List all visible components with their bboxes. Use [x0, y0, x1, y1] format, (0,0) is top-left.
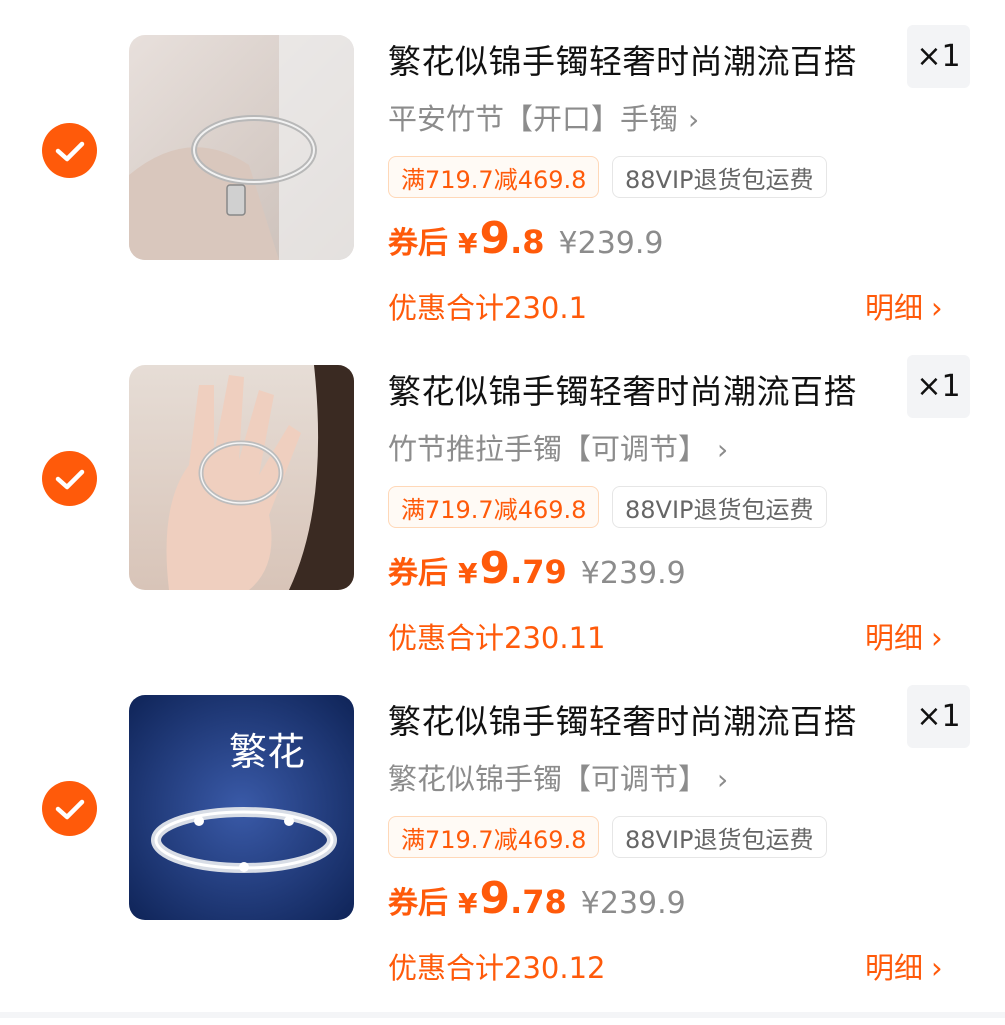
bottom-divider — [0, 1012, 1005, 1018]
detail-link[interactable]: 明细 › — [865, 945, 943, 987]
spec-label: 繁花似锦手镯【可调节】 — [388, 762, 708, 796]
price-decimal: .78 — [510, 883, 567, 921]
currency-symbol: ¥ — [458, 227, 478, 260]
chevron-right-icon: › — [931, 951, 943, 985]
price-row: 券后 ¥ 9 .8 ¥239.9 — [388, 213, 664, 273]
promo-tag: 满719.7减469.8 — [388, 816, 600, 858]
after-coupon-label: 券后 — [388, 556, 448, 591]
detail-link[interactable]: 明细 › — [865, 285, 943, 327]
detail-label: 明细 — [865, 621, 924, 655]
detail-label: 明细 — [865, 951, 924, 985]
cart-item: 繁花 繁花似锦手镯轻奢时尚潮流百搭 ×1 繁花似锦手镯【可调节】 › 满719.7… — [0, 685, 1005, 1025]
price-decimal: .79 — [510, 553, 567, 591]
price-integer: 9 — [479, 543, 511, 594]
product-image[interactable] — [129, 35, 354, 260]
quantity-badge[interactable]: ×1 — [907, 25, 970, 88]
currency-symbol: ¥ — [458, 887, 478, 920]
promo-tag: 满719.7减469.8 — [388, 156, 600, 198]
original-price: ¥239.9 — [580, 556, 686, 591]
detail-label: 明细 — [865, 291, 924, 325]
original-price: ¥239.9 — [558, 226, 664, 261]
discount-total: 优惠合计230.12 — [388, 951, 606, 985]
vip-tag: 88VIP退货包运费 — [612, 156, 827, 198]
discount-total: 优惠合计230.1 — [388, 291, 588, 325]
product-title[interactable]: 繁花似锦手镯轻奢时尚潮流百搭 — [388, 695, 857, 743]
price-decimal: .8 — [510, 223, 545, 261]
checked-icon[interactable] — [42, 123, 97, 178]
price-integer: 9 — [479, 213, 511, 264]
chevron-right-icon: › — [931, 621, 943, 655]
chevron-right-icon: › — [717, 433, 729, 466]
promo-tag: 满719.7减469.8 — [388, 486, 600, 528]
image-brand-text: 繁花 — [229, 730, 305, 774]
price-row: 券后 ¥ 9 .79 ¥239.9 — [388, 543, 686, 603]
product-title[interactable]: 繁花似锦手镯轻奢时尚潮流百搭 — [388, 35, 857, 83]
currency-symbol: ¥ — [458, 557, 478, 590]
vip-tag: 88VIP退货包运费 — [612, 816, 827, 858]
after-coupon-label: 券后 — [388, 226, 448, 261]
spec-label: 平安竹节【开口】手镯 — [388, 102, 679, 136]
product-spec[interactable]: 繁花似锦手镯【可调节】 › — [388, 756, 728, 798]
quantity-badge[interactable]: ×1 — [907, 685, 970, 748]
vip-tag: 88VIP退货包运费 — [612, 486, 827, 528]
original-price: ¥239.9 — [580, 886, 686, 921]
product-spec[interactable]: 竹节推拉手镯【可调节】 › — [388, 426, 728, 468]
product-spec[interactable]: 平安竹节【开口】手镯 › — [388, 96, 699, 138]
product-image[interactable]: 繁花 — [129, 695, 354, 920]
discount-total: 优惠合计230.11 — [388, 621, 606, 655]
chevron-right-icon: › — [717, 763, 729, 796]
chevron-right-icon: › — [688, 103, 700, 136]
detail-link[interactable]: 明细 › — [865, 615, 943, 657]
after-coupon-label: 券后 — [388, 886, 448, 921]
price-row: 券后 ¥ 9 .78 ¥239.9 — [388, 873, 686, 933]
checked-icon[interactable] — [42, 451, 97, 506]
quantity-badge[interactable]: ×1 — [907, 355, 970, 418]
product-image[interactable] — [129, 365, 354, 590]
product-title[interactable]: 繁花似锦手镯轻奢时尚潮流百搭 — [388, 365, 857, 413]
cart-item: 繁花似锦手镯轻奢时尚潮流百搭 ×1 竹节推拉手镯【可调节】 › 满719.7减46… — [0, 355, 1005, 695]
cart-item: 繁花似锦手镯轻奢时尚潮流百搭 ×1 平安竹节【开口】手镯 › 满719.7减469… — [0, 25, 1005, 365]
chevron-right-icon: › — [931, 291, 943, 325]
checked-icon[interactable] — [42, 781, 97, 836]
price-integer: 9 — [479, 873, 511, 924]
spec-label: 竹节推拉手镯【可调节】 — [388, 432, 708, 466]
